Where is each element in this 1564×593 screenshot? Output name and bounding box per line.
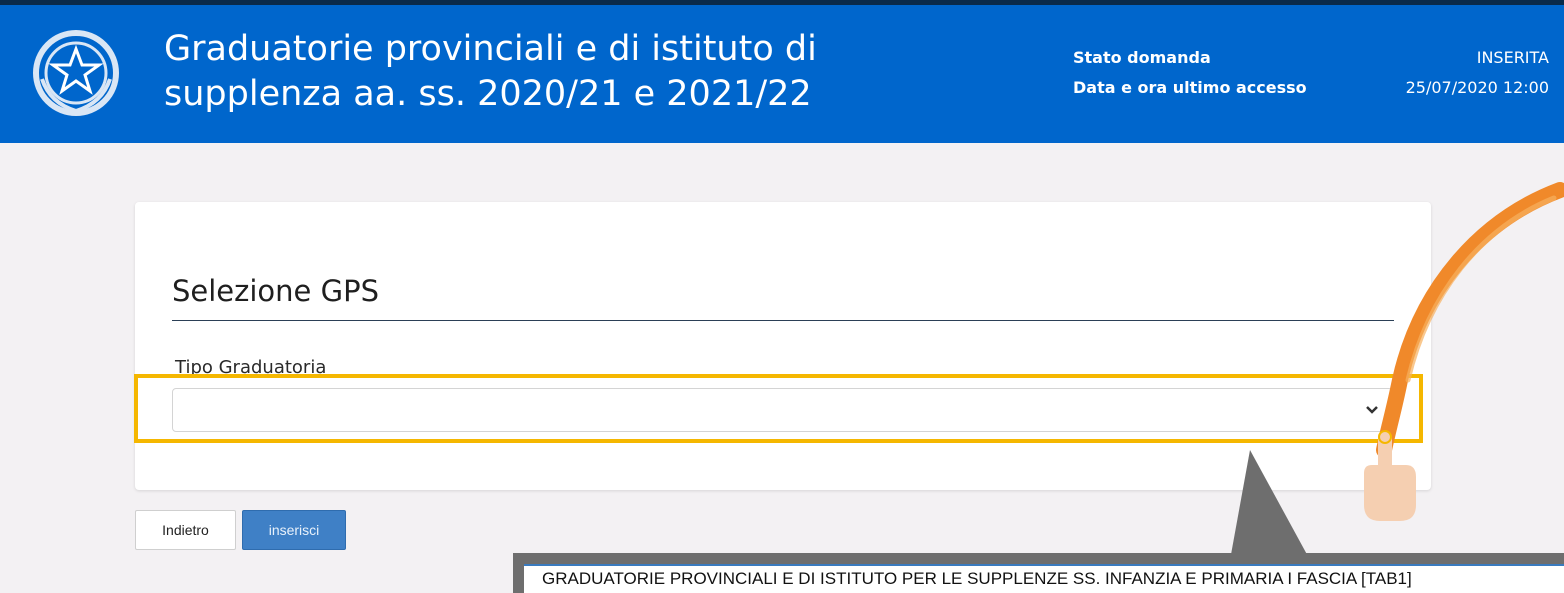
last-access-label: Data e ora ultimo accesso: [1073, 78, 1307, 97]
republic-emblem-icon: [33, 30, 119, 116]
callout-option: GRADUATORIE PROVINCIALI E DI ISTITUTO PE…: [524, 564, 1564, 593]
selection-card: Selezione GPS Tipo Graduatoria: [135, 202, 1431, 490]
back-button[interactable]: Indietro: [135, 510, 236, 550]
insert-button[interactable]: inserisci: [242, 510, 346, 550]
last-access-value: 25/07/2020 12:00: [1405, 78, 1549, 97]
tipo-graduatoria-label: Tipo Graduatoria: [175, 357, 327, 378]
callout-option-text: GRADUATORIE PROVINCIALI E DI ISTITUTO PE…: [542, 569, 1412, 588]
page-title: Graduatorie provinciali e di istituto di…: [164, 29, 817, 114]
option-callout: GRADUATORIE PROVINCIALI E DI ISTITUTO PE…: [513, 553, 1564, 593]
app-header: Graduatorie provinciali e di istituto di…: [0, 5, 1564, 143]
meta-labels: Stato domanda Data e ora ultimo accesso: [1073, 43, 1307, 103]
meta-values: INSERITA 25/07/2020 12:00: [1406, 43, 1549, 103]
card-title: Selezione GPS: [172, 274, 379, 308]
tipo-graduatoria-select[interactable]: [172, 388, 1393, 432]
status-label: Stato domanda: [1073, 48, 1211, 67]
orange-pointer-stroke: [1376, 182, 1564, 458]
status-value: INSERITA: [1476, 48, 1549, 67]
title-divider: [172, 320, 1394, 321]
